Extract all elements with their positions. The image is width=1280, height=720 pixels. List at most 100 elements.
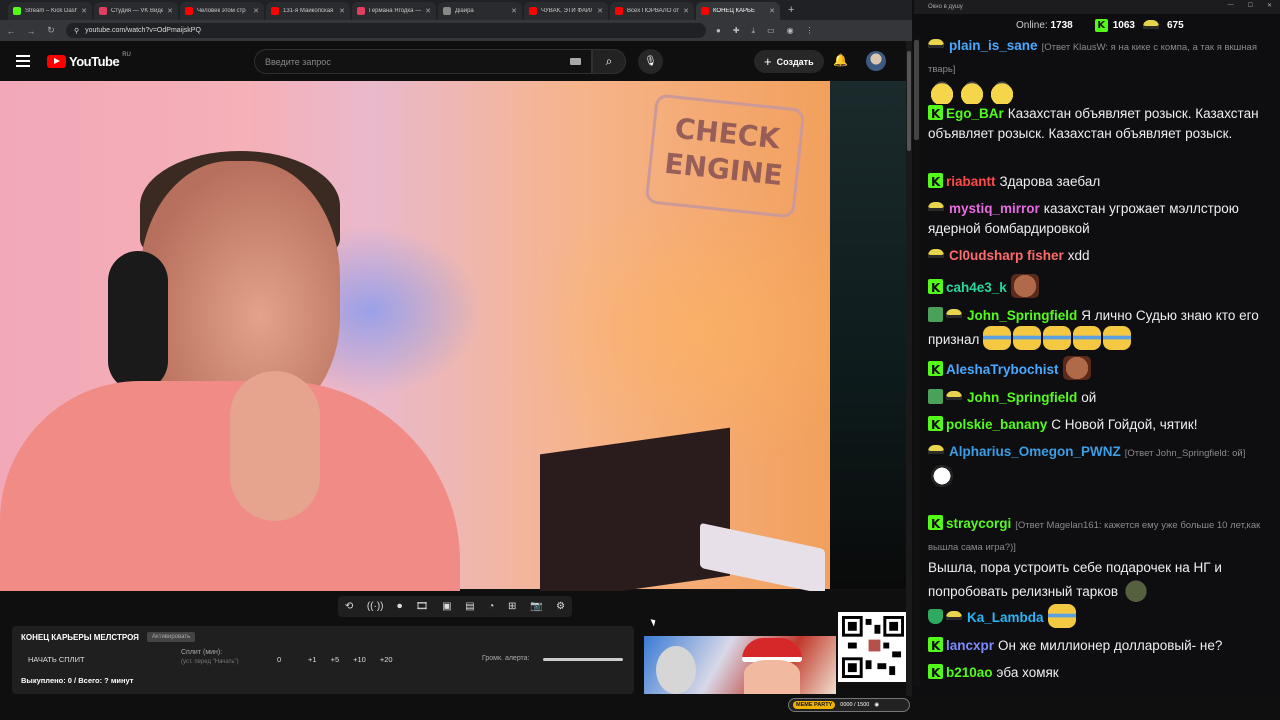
browser-tab[interactable]: ЧУВАК, ЭТИ ФАЙЛ ✕: [524, 2, 608, 20]
tab-close-icon[interactable]: ✕: [167, 7, 173, 15]
headset: [108, 251, 168, 391]
chat-close-icon[interactable]: ✕: [1267, 2, 1272, 9]
menu-icon[interactable]: ⋮: [806, 26, 814, 36]
record-icon[interactable]: ⏺: [397, 601, 402, 612]
tab-close-icon[interactable]: ✕: [253, 7, 259, 15]
picture-icon[interactable]: ▣: [442, 601, 451, 612]
chat-minimize-icon[interactable]: —: [1228, 2, 1234, 9]
reload-icon[interactable]: ↻: [46, 25, 56, 36]
chat-username[interactable]: b210ao: [946, 665, 993, 680]
meme-party-icon: ◉: [874, 702, 880, 708]
chat-username[interactable]: straycorgi: [946, 516, 1011, 531]
voice-search-button[interactable]: 🎙: [638, 49, 663, 74]
youtube-logo[interactable]: YouTube RU: [47, 52, 131, 69]
increment-20-button[interactable]: +20: [380, 655, 393, 664]
player-extension-toolbar: ⟲ ((·)) ⏺ 🎞 ▣ ▤ ◔ ⊞ 📷 ⚙: [338, 596, 572, 617]
speed-icon[interactable]: ◔: [488, 601, 494, 612]
tab-close-icon[interactable]: ✕: [769, 7, 775, 15]
page-scrollbar[interactable]: [906, 41, 912, 696]
chat-username[interactable]: polskie_banany: [946, 417, 1047, 432]
increment-10-button[interactable]: +10: [353, 655, 366, 664]
chat-username[interactable]: John_Springfield: [967, 390, 1077, 405]
site-info-icon[interactable]: ⚲: [74, 27, 79, 35]
tab-favicon-icon: [13, 7, 21, 15]
chat-username[interactable]: mystiq_mirror: [949, 201, 1040, 216]
tab-label: Stream – Kick Dash: [25, 8, 78, 14]
back-icon[interactable]: ←: [6, 26, 16, 36]
chat-message: John_Springfield Я лично Судью знаю кто е…: [928, 306, 1264, 350]
tab-label: Дiaйра: [455, 8, 474, 14]
browser-tab[interactable]: Всех ПОРВАЛО от ✕: [610, 2, 694, 20]
tab-close-icon[interactable]: ✕: [339, 7, 345, 15]
alert-panel: КОНЕЦ КАРЬЕРЫ МЕЛСТРОЯ Активировать НАЧА…: [12, 626, 634, 694]
downloads-icon[interactable]: ⤓: [752, 26, 756, 36]
browser-tab[interactable]: Stream – Kick Dash ✕: [8, 2, 92, 20]
increment-buttons: +1 +5 +10 +20: [308, 655, 393, 664]
chat-username[interactable]: AleshaTrybochist: [946, 362, 1059, 377]
tab-close-icon[interactable]: ✕: [683, 7, 689, 15]
chat-username[interactable]: John_Springfield: [967, 308, 1077, 323]
video-frame: CHECK ENGINE: [0, 81, 830, 591]
glasses-badge-icon: [928, 443, 946, 458]
frames-icon[interactable]: ▤: [465, 601, 474, 612]
video-player[interactable]: CHECK ENGINE: [0, 81, 906, 591]
split-value[interactable]: 0: [277, 655, 281, 664]
split-hint: (уст. перед "Начать"): [181, 659, 239, 665]
increment-1-button[interactable]: +1: [308, 655, 317, 664]
browser-tab[interactable]: Германа Ягодка — ✕: [352, 2, 436, 20]
tab-favicon-icon: [185, 7, 193, 15]
chat-username[interactable]: Ka_Lambda: [967, 610, 1044, 625]
broadcast-icon[interactable]: ((·)): [367, 601, 384, 612]
chat-maximize-icon[interactable]: ☐: [1248, 2, 1253, 9]
tab-close-icon[interactable]: ✕: [511, 7, 517, 15]
tab-favicon-icon: [529, 7, 537, 15]
address-field[interactable]: ⚲ youtube.com/watch?v=OdPmaijskPQ: [66, 23, 706, 38]
avatar[interactable]: [866, 51, 886, 71]
tab-close-icon[interactable]: ✕: [425, 7, 431, 15]
clapper-icon[interactable]: 🎞: [416, 601, 429, 612]
increment-5-button[interactable]: +5: [331, 655, 340, 664]
camera-icon[interactable]: 📷: [530, 601, 542, 612]
chat-username[interactable]: riabantt: [946, 174, 996, 189]
browser-tab[interactable]: Студия — VK Видео ✕: [94, 2, 178, 20]
create-button[interactable]: + Создать: [754, 50, 824, 73]
tab-close-icon[interactable]: ✕: [597, 7, 603, 15]
face-emote-icon: [1010, 274, 1039, 298]
profile-icon[interactable]: ◉: [787, 26, 794, 36]
browser-tab[interactable]: Человек этом стр ✕: [180, 2, 264, 20]
browser-tab[interactable]: Дiaйра ✕: [438, 2, 522, 20]
puzzle-icon[interactable]: ✚: [733, 26, 740, 36]
browser-tab[interactable]: КОНЕЦ КАРЬЕ ✕: [696, 2, 780, 20]
notifications-bell-icon[interactable]: 🔔: [833, 53, 848, 67]
volume-slider[interactable]: [543, 658, 623, 661]
chat-username[interactable]: cah4e3_k: [946, 280, 1007, 295]
kick-badge-icon: [928, 636, 943, 656]
toolbar-icons: ● ✚ ⤓ ▭ ◉ ⋮: [716, 26, 814, 36]
activate-button[interactable]: Активировать: [147, 632, 196, 642]
chat-username[interactable]: plain_is_sane: [949, 38, 1038, 53]
chat-scrollbar[interactable]: [914, 36, 920, 686]
start-split-button[interactable]: НАЧАТЬ СПЛИТ: [28, 655, 85, 664]
joker-emote-icon: [928, 464, 956, 488]
keyboard-icon[interactable]: [570, 58, 581, 65]
chat-username[interactable]: lancxpr: [946, 638, 994, 653]
forward-icon[interactable]: →: [26, 26, 36, 36]
add-clip-icon[interactable]: ⊞: [508, 601, 516, 612]
search-button[interactable]: ⌕: [592, 49, 626, 74]
tab-close-icon[interactable]: ✕: [81, 7, 87, 15]
address-text: youtube.com/watch?v=OdPmaijskPQ: [85, 27, 201, 34]
chat-username[interactable]: Alpharius_Omegon_PWNZ: [949, 444, 1121, 459]
settings-gear-icon[interactable]: ⚙: [556, 601, 565, 612]
chat-message: b210aoэба хомяк: [928, 663, 1264, 683]
browser-tab[interactable]: 131-я Майкопская ✕: [266, 2, 350, 20]
loop-icon[interactable]: ⟲: [345, 601, 353, 612]
extension-icon[interactable]: ●: [716, 26, 721, 36]
search-input[interactable]: Введите запрос: [254, 49, 592, 74]
split-icon[interactable]: ▭: [767, 26, 775, 36]
chat-username[interactable]: Cl0udsharp fisher: [949, 248, 1064, 263]
chat-username[interactable]: Ego_BAr: [946, 106, 1004, 121]
menu-hamburger-icon[interactable]: [16, 55, 30, 67]
chat-message: cah4e3_k: [928, 274, 1264, 298]
new-tab-icon[interactable]: +: [782, 4, 800, 16]
overlay-thumbnail: [644, 636, 836, 694]
